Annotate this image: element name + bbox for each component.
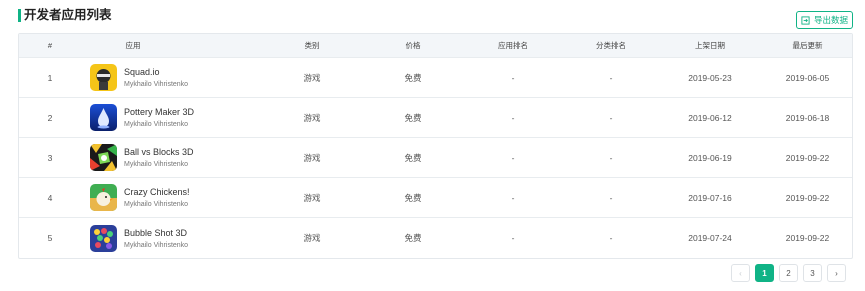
price-cell: 免费 bbox=[404, 233, 422, 243]
app-developer: Mykhailo Vihristenko bbox=[124, 161, 189, 168]
price-cell: 免费 bbox=[404, 192, 422, 203]
page-button-1[interactable]: 1 bbox=[755, 264, 774, 282]
title-accent-bar bbox=[18, 9, 21, 22]
category-cell: 游戏 bbox=[303, 233, 321, 243]
price-cell: 免费 bbox=[404, 72, 422, 83]
ball-vs-blocks-icon[interactable] bbox=[90, 144, 117, 171]
table-row: 4 Crazy Chickens! Mykhailo Vihristenko 游… bbox=[19, 178, 852, 218]
price-cell: 免费 bbox=[404, 152, 422, 163]
table-row: 3 Ball vs Blocks 3D Mykhailo Vihristenko… bbox=[19, 138, 852, 178]
column-header-app[interactable]: 应用 bbox=[81, 40, 261, 51]
column-header-category[interactable]: 类别 bbox=[261, 40, 363, 51]
app-developer: Mykhailo Vihristenko bbox=[124, 201, 189, 208]
column-header-price[interactable]: 价格 bbox=[363, 40, 463, 51]
table-row: 2 Pottery Maker 3D Mykhailo Vihristenko … bbox=[19, 98, 852, 138]
app-cell[interactable]: Pottery Maker 3D Mykhailo Vihristenko bbox=[81, 104, 261, 131]
category-rank-cell: - bbox=[609, 233, 613, 243]
app-developer: Mykhailo Vihristenko bbox=[124, 121, 189, 128]
app-rank-cell: - bbox=[511, 192, 515, 203]
pagination: ‹ 1 2 3 › bbox=[731, 264, 846, 282]
app-cell[interactable]: Crazy Chickens! Mykhailo Vihristenko bbox=[81, 184, 261, 211]
category-cell: 游戏 bbox=[303, 152, 321, 163]
column-header-release-date[interactable]: 上架日期 bbox=[659, 40, 761, 51]
app-cell[interactable]: Bubble Shot 3D Mykhailo Vihristenko bbox=[81, 224, 261, 252]
column-header-index[interactable]: # bbox=[19, 41, 81, 50]
category-cell: 游戏 bbox=[303, 192, 321, 203]
pottery-maker-icon[interactable] bbox=[90, 104, 117, 131]
page-header: 开发者应用列表 导出数据 bbox=[0, 0, 865, 34]
squad-io-icon[interactable] bbox=[90, 64, 117, 91]
next-page-button[interactable]: › bbox=[827, 264, 846, 282]
app-cell[interactable]: Squad.io Mykhailo Vihristenko bbox=[81, 64, 261, 91]
page-button-2[interactable]: 2 bbox=[779, 264, 798, 282]
last-update-cell: 2019-09-22 bbox=[785, 233, 830, 243]
page-title: 开发者应用列表 bbox=[24, 8, 112, 22]
row-index: 1 bbox=[47, 72, 53, 83]
release-date-cell: 2019-06-19 bbox=[688, 152, 732, 163]
price-cell: 免费 bbox=[404, 112, 422, 123]
app-cell[interactable]: Ball vs Blocks 3D Mykhailo Vihristenko bbox=[81, 144, 261, 171]
release-date-cell: 2019-07-16 bbox=[688, 192, 732, 203]
app-rank-cell: - bbox=[511, 233, 515, 243]
row-index: 5 bbox=[47, 233, 53, 243]
row-index: 4 bbox=[47, 192, 53, 203]
export-icon bbox=[801, 15, 810, 25]
column-header-app-rank[interactable]: 应用排名 bbox=[463, 40, 563, 51]
app-rank-cell: - bbox=[511, 152, 515, 163]
app-name-link[interactable]: Squad.io bbox=[124, 67, 188, 77]
category-rank-cell: - bbox=[609, 112, 613, 123]
table-header-row: # 应用 类别 价格 应用排名 分类排名 上架日期 最后更新 bbox=[19, 34, 852, 58]
last-update-cell: 2019-06-05 bbox=[785, 72, 830, 83]
app-rank-cell: - bbox=[511, 72, 515, 83]
prev-page-button[interactable]: ‹ bbox=[731, 264, 750, 282]
bubble-shot-icon[interactable] bbox=[90, 224, 117, 252]
app-name-link[interactable]: Bubble Shot 3D bbox=[124, 228, 188, 238]
export-label: 导出数据 bbox=[813, 15, 848, 25]
category-rank-cell: - bbox=[609, 192, 613, 203]
last-update-cell: 2019-09-22 bbox=[785, 152, 830, 163]
column-header-last-update[interactable]: 最后更新 bbox=[761, 40, 854, 51]
app-rank-cell: - bbox=[511, 112, 515, 123]
release-date-cell: 2019-06-12 bbox=[688, 112, 732, 123]
app-name-link[interactable]: Crazy Chickens! bbox=[124, 187, 190, 197]
app-name-link[interactable]: Ball vs Blocks 3D bbox=[124, 147, 194, 157]
last-update-cell: 2019-09-22 bbox=[785, 192, 830, 203]
app-name-link[interactable]: Pottery Maker 3D bbox=[124, 107, 194, 117]
app-developer: Mykhailo Vihristenko bbox=[124, 81, 189, 88]
category-rank-cell: - bbox=[609, 72, 613, 83]
last-update-cell: 2019-06-18 bbox=[785, 112, 830, 123]
export-data-button[interactable]: 导出数据 bbox=[796, 11, 853, 29]
app-developer: Mykhailo Vihristenko bbox=[124, 241, 189, 249]
table-row: 1 Squad.io Mykhailo Vihristenko 游戏 免费 - … bbox=[19, 58, 852, 98]
category-rank-cell: - bbox=[609, 152, 613, 163]
category-cell: 游戏 bbox=[303, 72, 321, 83]
column-header-category-rank[interactable]: 分类排名 bbox=[563, 40, 659, 51]
app-list-table: # 应用 类别 价格 应用排名 分类排名 上架日期 最后更新 1 Squad.i… bbox=[18, 33, 853, 259]
release-date-cell: 2019-07-24 bbox=[688, 233, 732, 243]
crazy-chickens-icon[interactable] bbox=[90, 184, 117, 211]
category-cell: 游戏 bbox=[303, 112, 321, 123]
table-row: 5 Bubble Shot 3D Mykhailo Vihristenko 游戏… bbox=[19, 218, 852, 258]
release-date-cell: 2019-05-23 bbox=[688, 72, 732, 83]
row-index: 2 bbox=[47, 112, 53, 123]
page-button-3[interactable]: 3 bbox=[803, 264, 822, 282]
row-index: 3 bbox=[47, 152, 53, 163]
